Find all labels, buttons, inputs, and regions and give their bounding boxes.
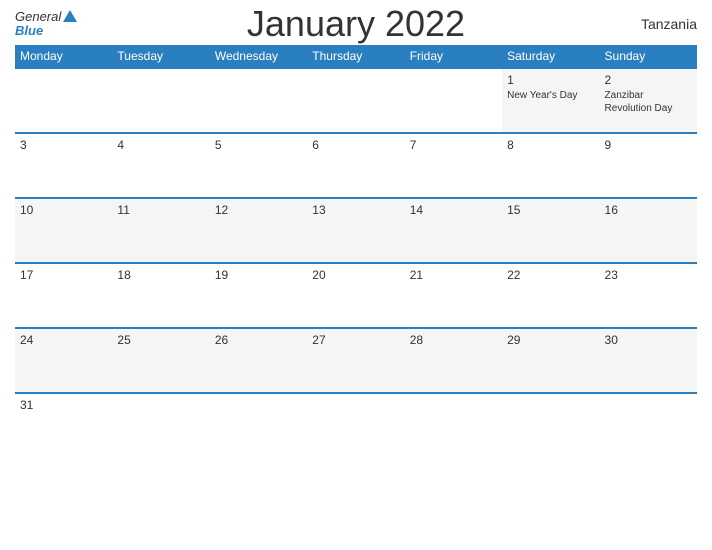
day-number: 28 (410, 333, 497, 347)
day-header-tuesday: Tuesday (112, 45, 209, 68)
day-cell (210, 393, 307, 438)
day-cell (112, 393, 209, 438)
day-header-friday: Friday (405, 45, 502, 68)
day-cell: 27 (307, 328, 404, 393)
day-cell: 2 Zanzibar Revolution Day (600, 68, 697, 133)
day-number: 1 (507, 73, 594, 87)
day-cell: 22 (502, 263, 599, 328)
week-row: 3456789 (15, 133, 697, 198)
day-number: 10 (20, 203, 107, 217)
logo-triangle-icon (63, 10, 77, 22)
day-cell: 9 (600, 133, 697, 198)
day-cell: 8 (502, 133, 599, 198)
day-cell: 10 (15, 198, 112, 263)
calendar-title: January 2022 (247, 3, 465, 45)
logo: General Blue (15, 10, 77, 39)
day-number: 26 (215, 333, 302, 347)
day-header-sunday: Sunday (600, 45, 697, 68)
day-cell: 13 (307, 198, 404, 263)
day-number: 23 (605, 268, 692, 282)
day-number: 19 (215, 268, 302, 282)
day-cell: 26 (210, 328, 307, 393)
day-number: 18 (117, 268, 204, 282)
day-cell (112, 68, 209, 133)
day-cell: 25 (112, 328, 209, 393)
day-number: 12 (215, 203, 302, 217)
day-number: 27 (312, 333, 399, 347)
day-number: 11 (117, 203, 204, 217)
day-cell: 29 (502, 328, 599, 393)
day-cell (502, 393, 599, 438)
day-cell: 28 (405, 328, 502, 393)
day-cell (210, 68, 307, 133)
calendar-container: General Blue January 2022 Tanzania Monda… (0, 0, 712, 550)
day-header-wednesday: Wednesday (210, 45, 307, 68)
week-row: 1 New Year's Day 2 Zanzibar Revolution Day (15, 68, 697, 133)
day-cell (307, 393, 404, 438)
day-cell (600, 393, 697, 438)
day-number: 30 (605, 333, 692, 347)
day-cell: 14 (405, 198, 502, 263)
day-cell (405, 393, 502, 438)
logo-blue-text: Blue (15, 24, 43, 38)
day-number: 6 (312, 138, 399, 152)
day-cell: 21 (405, 263, 502, 328)
day-number: 24 (20, 333, 107, 347)
calendar-header: General Blue January 2022 Tanzania (15, 10, 697, 39)
day-cell (15, 68, 112, 133)
day-header-saturday: Saturday (502, 45, 599, 68)
holiday-name: Zanzibar Revolution Day (605, 89, 692, 115)
day-cell: 4 (112, 133, 209, 198)
day-cell: 6 (307, 133, 404, 198)
day-number: 29 (507, 333, 594, 347)
day-number: 31 (20, 398, 107, 412)
week-row: 24 25 26 27 28 29 30 (15, 328, 697, 393)
day-cell: 17 (15, 263, 112, 328)
day-number: 15 (507, 203, 594, 217)
day-number: 4 (117, 138, 204, 152)
day-cell: 12 (210, 198, 307, 263)
day-number: 17 (20, 268, 107, 282)
day-number: 2 (605, 73, 692, 87)
day-cell: 18 (112, 263, 209, 328)
day-number: 25 (117, 333, 204, 347)
day-cell: 15 (502, 198, 599, 263)
day-cell: 7 (405, 133, 502, 198)
day-number: 21 (410, 268, 497, 282)
day-cell: 3 (15, 133, 112, 198)
day-number: 13 (312, 203, 399, 217)
day-number: 8 (507, 138, 594, 152)
day-cell: 5 (210, 133, 307, 198)
week-row: 31 (15, 393, 697, 438)
day-number: 14 (410, 203, 497, 217)
day-cell: 19 (210, 263, 307, 328)
days-header-row: Monday Tuesday Wednesday Thursday Friday… (15, 45, 697, 68)
day-cell: 24 (15, 328, 112, 393)
day-number: 20 (312, 268, 399, 282)
day-cell: 16 (600, 198, 697, 263)
holiday-name: New Year's Day (507, 89, 594, 102)
day-header-monday: Monday (15, 45, 112, 68)
logo-general-text: General (15, 10, 77, 24)
day-cell: 1 New Year's Day (502, 68, 599, 133)
day-number: 5 (215, 138, 302, 152)
week-row: 17 18 19 20 21 22 23 (15, 263, 697, 328)
day-number: 7 (410, 138, 497, 152)
day-number: 9 (605, 138, 692, 152)
day-cell: 11 (112, 198, 209, 263)
day-header-thursday: Thursday (307, 45, 404, 68)
day-cell: 20 (307, 263, 404, 328)
country-name: Tanzania (641, 16, 697, 32)
day-number: 3 (20, 138, 107, 152)
day-cell: 23 (600, 263, 697, 328)
day-number: 22 (507, 268, 594, 282)
week-row: 10 11 12 13 14 15 16 (15, 198, 697, 263)
day-cell: 31 (15, 393, 112, 438)
day-number: 16 (605, 203, 692, 217)
day-cell (307, 68, 404, 133)
day-cell (405, 68, 502, 133)
calendar-grid: Monday Tuesday Wednesday Thursday Friday… (15, 45, 697, 438)
day-cell: 30 (600, 328, 697, 393)
calendar-body: 1 New Year's Day 2 Zanzibar Revolution Day 3… (15, 68, 697, 438)
